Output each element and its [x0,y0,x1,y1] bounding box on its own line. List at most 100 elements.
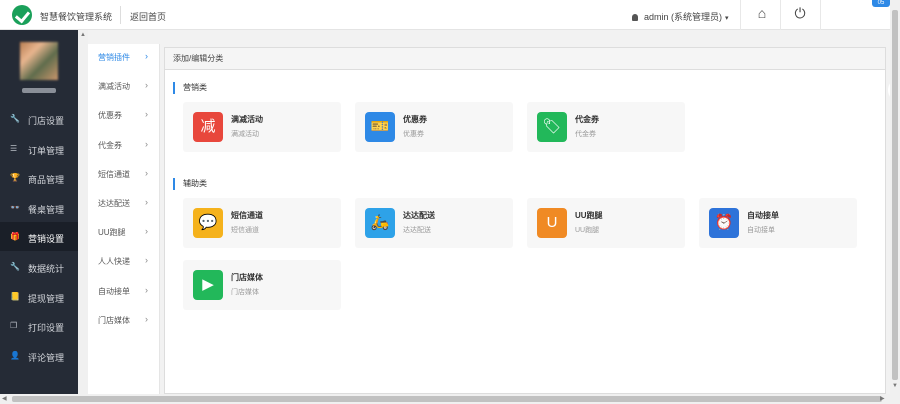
submenu-item[interactable]: 短信通道 › [88,161,160,190]
avatar-name-blurred [22,88,56,93]
chevron-right-icon: › [145,197,148,207]
card-subtitle: 短信通道 [231,227,259,234]
submenu-item-label: 自动接单 [98,286,130,296]
submenu-item[interactable]: 人人快递 › [88,248,160,277]
sidebar-item[interactable]: 🔧 门店设置 [0,104,78,133]
horizontal-scrollbar[interactable]: ◀ ▶ [0,394,900,404]
sidebar-item[interactable]: 👓 餐桌管理 [0,193,78,222]
divider [120,6,121,24]
scroll-thumb[interactable] [892,10,898,380]
sidebar-item-label: 订单管理 [28,145,65,156]
wrench-icon: 🔧 [10,114,20,123]
submenu-item[interactable]: 营销插件 › [88,44,160,73]
submenu-item[interactable]: 代金券 › [88,132,160,161]
sidebar-item[interactable]: 👤 评论管理 [0,341,78,370]
section-title: 辅助类 [173,178,207,190]
card-subtitle: UU跑腿 [575,227,600,234]
card-title: 优惠券 [403,115,427,124]
discount-icon: 减 [193,112,223,142]
section-title: 营销类 [173,82,207,94]
card-title: 达达配送 [403,211,435,220]
submenu-item-label: 门店媒体 [98,315,130,325]
chevron-right-icon: › [145,226,148,237]
sidebar-item[interactable]: 📒 提现管理 [0,282,78,311]
plugin-card[interactable]: ⏰ 自动接单 自动接单 [699,198,857,248]
plugin-card[interactable]: 减满减活动 满减活动 [183,102,341,152]
divider [740,0,741,30]
scroll-left-icon[interactable]: ◀ [2,395,7,402]
chevron-right-icon: › [145,138,148,149]
breadcrumb: 添加/编辑分类 [165,48,885,70]
user-menu[interactable]: admin (系统管理员) ▾ [632,10,729,23]
list-icon: ☰ [10,143,18,153]
submenu-item-label: 优惠券 [98,111,122,121]
submenu-item-label: UU跑腿 [98,228,126,238]
sidebar-item-label: 餐桌管理 [28,204,65,215]
chevron-right-icon: › [145,255,148,266]
card-subtitle: 优惠券 [403,131,424,138]
plugin-card[interactable]: 🏷 代金券 代金券 [527,102,685,152]
chat-icon: 💬 [193,208,223,238]
submenu-item-label: 人人快递 [98,257,130,267]
card-title: 短信通道 [231,211,263,220]
card-subtitle: 代金券 [575,131,596,138]
sidebar-item[interactable]: ❐ 打印设置 [0,311,78,340]
plugin-card[interactable]: 🛵 达达配送 达达配送 [355,198,513,248]
home-link[interactable]: 返回首页 [130,10,166,23]
sidebar-item[interactable]: ☰ 订单管理 [0,134,78,163]
submenu-item[interactable]: 满减活动 › [88,73,160,102]
corner-badge: 05 [872,0,890,7]
plugin-card[interactable]: ▶ 门店媒体 门店媒体 [183,260,341,310]
submenu-item-label: 营销插件 [98,53,130,62]
submenu-item[interactable]: 达达配送 › [88,190,160,219]
gift-icon: 🎁 [10,232,20,242]
sidebar-item-label: 商品管理 [28,175,65,186]
vertical-scrollbar[interactable]: ▼ [890,0,900,394]
card-title: 代金券 [575,115,599,124]
plugin-card[interactable]: 💬 短信通道 短信通道 [183,198,341,248]
submenu-item[interactable]: 门店媒体 › [88,307,160,336]
wrench-icon: 🔧 [10,262,20,271]
submenu-item[interactable]: UU跑腿 › [88,219,160,248]
logo-icon [12,5,32,25]
sidebar-item[interactable]: 🏆 商品管理 [0,163,78,192]
submenu-item-label: 满减活动 [98,82,130,92]
divider [820,0,821,30]
chevron-right-icon: › [145,109,148,120]
scooter-icon: 🛵 [365,208,395,238]
submenu-item-label: 短信通道 [98,169,130,179]
scroll-down-icon[interactable]: ▼ [892,383,898,389]
scroll-thumb[interactable] [12,396,882,402]
card-title: 自动接单 [747,211,779,220]
play-icon: ▶ [193,270,223,300]
plugin-card[interactable]: U UU跑腿 UU跑腿 [527,198,685,248]
plugin-card[interactable]: 🎫 优惠券 优惠券 [355,102,513,152]
avatar [20,42,58,80]
submenu-item[interactable]: 自动接单 › [88,278,160,307]
main-panel: 添加/编辑分类 营销类减满减活动 满减活动 🎫 优惠券 优惠券 🏷 代金券 代金券 辅助类 💬 短信… [164,47,886,394]
card-title: UU跑腿 [575,211,603,220]
logout-button[interactable]: ⏻ [790,5,810,25]
sidebar-item-label: 营销设置 [28,234,65,245]
app-title: 智慧餐饮管理系统 [40,12,113,22]
home-icon: ⌂ [757,5,767,21]
sidebar-item[interactable]: 🔧 数据统计 [0,252,78,281]
trophy-icon: 🏆 [10,173,20,183]
scroll-up-icon[interactable]: ▲ [80,32,86,38]
sidebar-item[interactable]: 🎁 营销设置 [0,222,78,252]
card-subtitle: 达达配送 [403,227,431,234]
submenu-item[interactable]: 优惠券 › [88,102,160,131]
book-icon: 📒 [10,291,20,301]
sidebar-item-label: 打印设置 [28,323,65,334]
scroll-right-icon[interactable]: ▶ [880,395,885,402]
sidebar-item-label: 门店设置 [28,116,65,126]
submenu-scrollbar[interactable]: ▲ [78,30,88,394]
card-subtitle: 自动接单 [747,227,775,234]
home-button[interactable]: ⌂ [752,5,772,25]
submenu: 营销插件 › 满减活动 › 优惠券 › 代金券 › 短信通道 › 达达配送 › UU跑腿 › 人人快递 › 自动… [88,44,160,394]
tag-icon: 🏷 [537,112,567,142]
user-icon: 👤 [10,350,20,360]
power-icon: ⏻ [794,5,806,21]
ticket-icon: 🎫 [365,112,395,142]
card-subtitle: 门店媒体 [231,289,259,296]
